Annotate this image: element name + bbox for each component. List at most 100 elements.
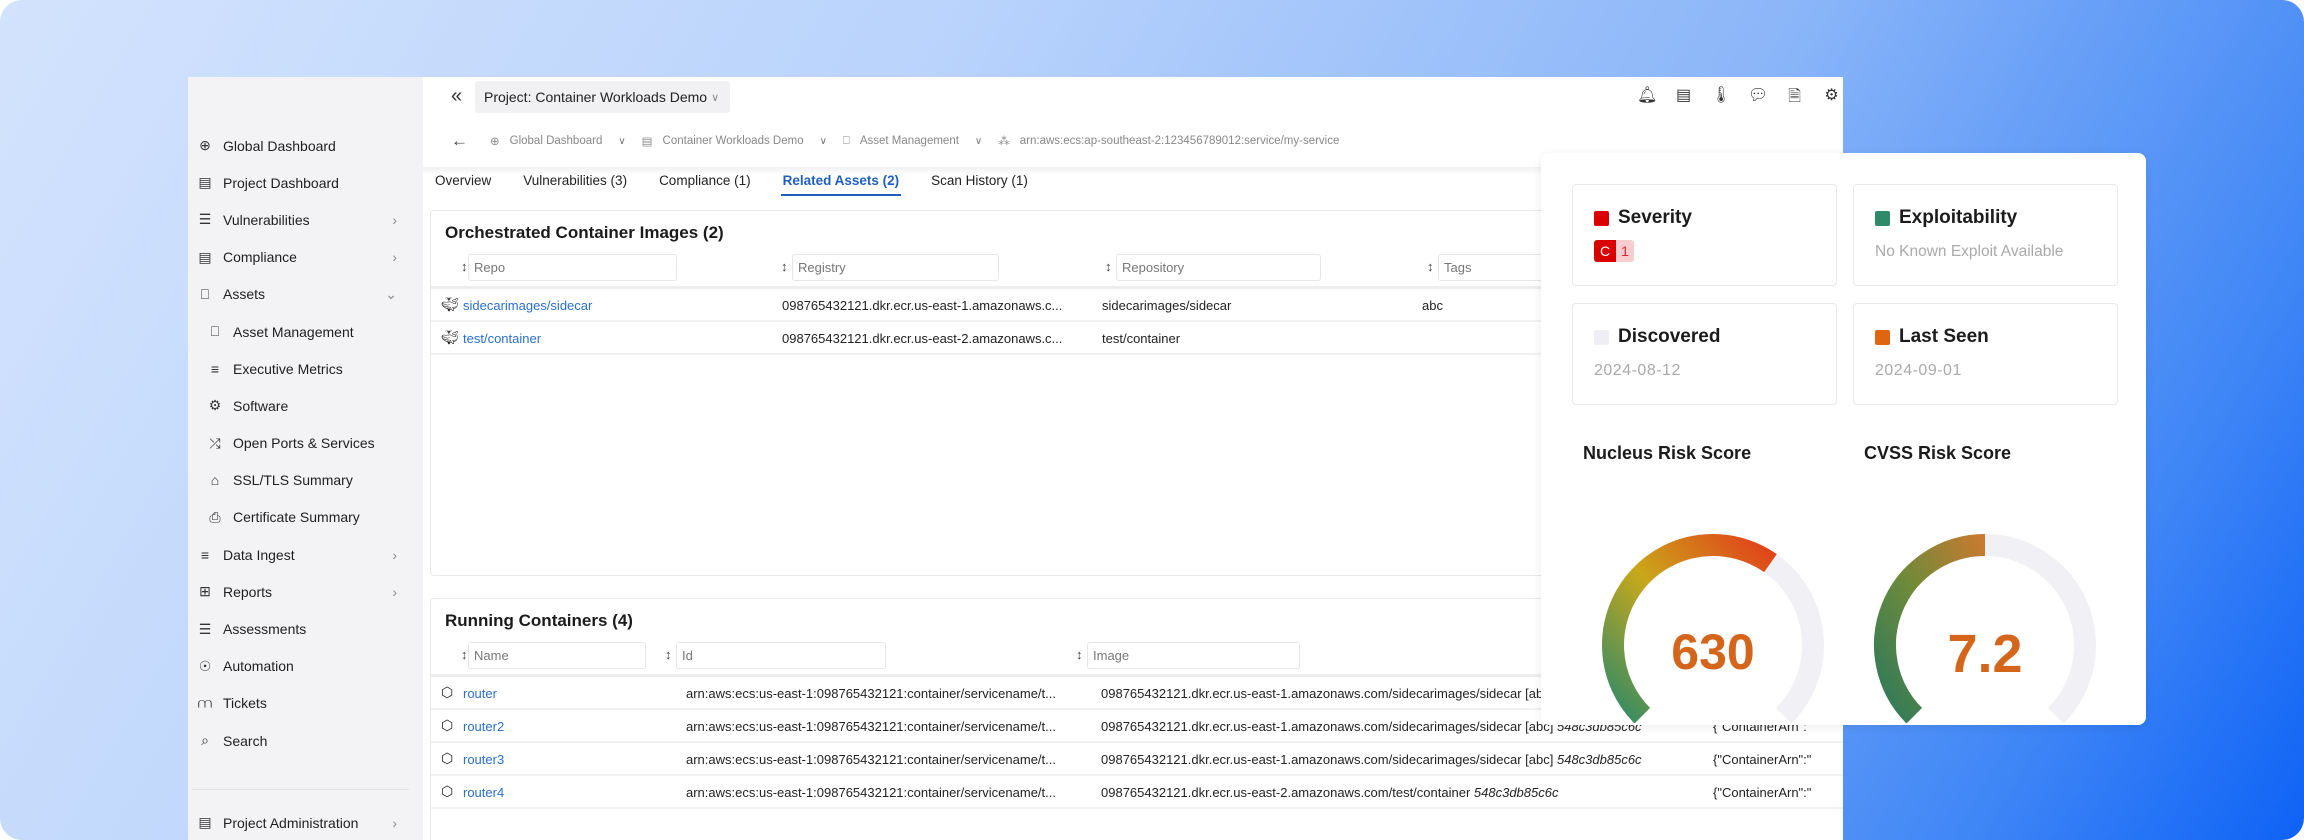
container-name-link[interactable]: router4 (463, 785, 504, 800)
repo-filter[interactable]: Repo (468, 254, 677, 281)
shuffle-icon: ⤮ (209, 434, 221, 451)
tab-overview[interactable]: Overview (433, 173, 493, 196)
sort-icon[interactable]: ↕ (665, 647, 672, 662)
sidebar-item-certificate-summary[interactable]: ⎙ Certificate Summary (188, 499, 423, 536)
sidebar-item-reports[interactable]: ⊞ Reports › (188, 573, 423, 610)
docker-icon: 🐳︎ (441, 329, 459, 345)
sidebar-item-label: Global Dashboard (223, 137, 336, 154)
nucleus-score-title: Nucleus Risk Score (1583, 443, 1752, 463)
cube-icon: ⬡ (441, 783, 454, 799)
sidebar-item-label: Executive Metrics (233, 360, 343, 377)
collapse-sidebar-icon[interactable]: « (451, 85, 462, 108)
severity-card: Severity C1 (1572, 184, 1837, 286)
registry-filter[interactable]: Registry (792, 254, 999, 281)
tab-vulnerabilities[interactable]: Vulnerabilities (3) (521, 173, 629, 196)
container-name-link[interactable]: router (463, 686, 497, 701)
top-toolbar: 🔔︎ ▤ 🌡︎ 💬︎ 🗎 ⚙ (1637, 85, 1841, 112)
container-name-link[interactable]: router3 (463, 752, 504, 767)
sidebar-item-ssl-tls-summary[interactable]: ⌂ SSL/TLS Summary (188, 462, 423, 499)
sidebar-item-label: Automation (223, 658, 294, 675)
repo-link[interactable]: test/container (463, 331, 541, 346)
repository-cell: test/container (1102, 331, 1181, 346)
sidebar-item-project-administration[interactable]: ▤ Project Administration › (188, 804, 423, 840)
code-file-icon[interactable]: 🗎 (1785, 85, 1804, 112)
sidebar-item-vulnerabilities[interactable]: ☰ Vulnerabilities › (188, 201, 423, 238)
chevron-down-icon[interactable]: ∨ (820, 136, 827, 147)
sidebar-item-assessments[interactable]: ☰ Assessments (188, 610, 423, 647)
card-title: Exploitability (1899, 207, 2018, 228)
sidebar-item-label: Open Ports & Services (233, 435, 375, 452)
thermometer-icon[interactable]: 🌡︎ (1711, 85, 1731, 112)
sidebar-item-open-ports-services[interactable]: ⤮ Open Ports & Services (188, 425, 423, 462)
id-cell: arn:aws:ecs:us-east-1:098765432121:conta… (686, 785, 1056, 800)
repository-filter[interactable]: Repository (1116, 254, 1321, 281)
sidebar-item-label: Vulnerabilities (223, 211, 310, 228)
tab-related-assets[interactable]: Related Assets (2) (780, 173, 902, 196)
menu-icon: ≡ (200, 546, 210, 563)
table-row[interactable]: ⬡ router4 arn:aws:ecs:us-east-1:09876543… (431, 776, 1843, 809)
cvss-score-title: CVSS Risk Score (1864, 443, 2012, 463)
chat-icon[interactable]: 💬︎ (1748, 85, 1768, 112)
sidebar-item-assets[interactable]: ⎕ Assets ⌄ (188, 276, 423, 313)
panel-title: Orchestrated Container Images (2) (445, 223, 724, 242)
tab-scan-history[interactable]: Scan History (1) (929, 173, 1030, 196)
sort-icon[interactable]: ↕ (461, 259, 468, 274)
badge-letter: C (1594, 240, 1617, 262)
sort-icon[interactable]: ↕ (1105, 259, 1112, 274)
dashboard-icon: ▤ (641, 136, 653, 148)
repository-cell: sidecarimages/sidecar (1102, 298, 1232, 313)
sidebar-item-tickets[interactable]: ⩋ Tickets (188, 685, 423, 722)
sidebar-item-executive-metrics[interactable]: ≡ Executive Metrics (188, 350, 423, 387)
id-cell: arn:aws:ecs:us-east-1:098765432121:conta… (686, 686, 1056, 701)
search-icon: ⌕ (201, 732, 209, 749)
bell-icon[interactable]: 🔔︎ (1637, 85, 1657, 112)
sort-icon[interactable]: ↕ (1076, 647, 1083, 662)
sidebar-item-label: Project Administration (223, 814, 359, 831)
card-title: Severity (1618, 207, 1692, 228)
chevron-icon: › (392, 249, 397, 266)
sort-icon[interactable]: ↕ (781, 259, 788, 274)
settings-icon[interactable]: ⚙ (1822, 85, 1841, 112)
sort-icon[interactable]: ↕ (461, 647, 468, 662)
nucleus-gauge: 630 (1583, 473, 1843, 724)
back-arrow-icon[interactable]: ← (451, 131, 468, 151)
tab-compliance[interactable]: Compliance (1) (657, 173, 753, 196)
chevron-down-icon[interactable]: ∨ (975, 136, 982, 147)
project-select[interactable]: Project: Container Workloads Demo ∨ (475, 81, 730, 113)
chevron-icon: › (392, 583, 397, 600)
table-row[interactable]: ⬡ router3 arn:aws:ecs:us-east-1:09876543… (431, 743, 1843, 776)
globe-icon: ⊕ (490, 136, 500, 148)
chevron-right-icon: › (392, 814, 397, 831)
cvss-score-value: 7.2 (1947, 624, 2023, 684)
sidebar-item-label: Assessments (223, 621, 307, 638)
sidebar-item-search[interactable]: ⌕ Search (188, 722, 423, 759)
sidebar-item-global-dashboard[interactable]: ⊕ Global Dashboard (188, 127, 423, 164)
list-icon[interactable]: ▤ (1674, 85, 1693, 112)
sort-icon[interactable]: ↕ (1427, 259, 1434, 274)
repo-link[interactable]: sidecarimages/sidecar (463, 298, 592, 313)
metrics-icon: ≡ (210, 360, 220, 377)
id-filter[interactable]: Id (676, 642, 886, 669)
image-hash: 548c3db85c6c (1473, 785, 1559, 800)
project-select-label: Project: Container Workloads Demo (484, 89, 708, 105)
chevron-icon: › (392, 211, 397, 228)
image-filter[interactable]: Image (1087, 642, 1300, 669)
chevron-down-icon: ∨ (711, 91, 720, 104)
docker-icon: 🐳︎ (441, 296, 459, 312)
sidebar-item-software[interactable]: ⚙ Software (188, 387, 423, 424)
container-name-link[interactable]: router2 (463, 719, 504, 734)
sidebar-item-project-dashboard[interactable]: ▤ Project Dashboard (188, 164, 423, 201)
sidebar-item-compliance[interactable]: ▤ Compliance › (188, 239, 423, 276)
chevron-icon: › (392, 546, 397, 563)
sidebar-item-automation[interactable]: ☉ Automation (188, 648, 423, 685)
image-hash: 548c3db85c6c (1556, 752, 1642, 767)
card-title: Last Seen (1899, 326, 1989, 347)
sidebar-item-data-ingest[interactable]: ≡ Data Ingest › (188, 536, 423, 573)
breadcrumb-project[interactable]: Container Workloads Demo (663, 135, 804, 147)
breadcrumb-global-dashboard[interactable]: Global Dashboard (510, 135, 603, 147)
sidebar-item-asset-management[interactable]: ⎕ Asset Management (188, 313, 423, 350)
name-filter[interactable]: Name (468, 642, 646, 669)
chevron-down-icon[interactable]: ∨ (618, 136, 625, 147)
monitor-icon: ⎕ (842, 134, 850, 147)
breadcrumb-asset-management[interactable]: Asset Management (860, 135, 959, 147)
